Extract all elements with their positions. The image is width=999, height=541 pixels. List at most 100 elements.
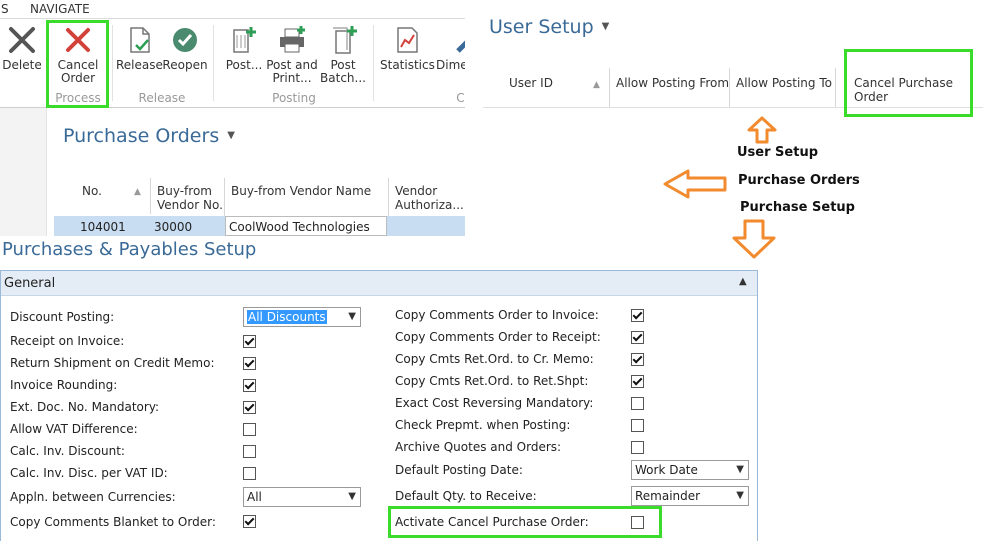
- discount-posting-select[interactable]: All Discounts ▼: [243, 307, 361, 327]
- label-invoice-rounding: Invoice Rounding:: [10, 378, 118, 392]
- purchases-payables-setup-title: Purchases & Payables Setup: [2, 239, 257, 260]
- table-row[interactable]: 104001 30000 CoolWood Technologies: [54, 216, 465, 236]
- highlight-cancel-purchase-order-column: [844, 49, 973, 117]
- annotation-user-setup: User Setup: [737, 145, 819, 160]
- chevron-down-icon: ▼: [348, 491, 356, 502]
- label-copy-comments-blanket: Copy Comments Blanket to Order:: [10, 515, 216, 529]
- title-dropdown-icon[interactable]: ▼: [602, 21, 610, 32]
- user-setup-title-text: User Setup: [489, 16, 594, 38]
- label-default-posting-date: Default Posting Date:: [395, 463, 523, 477]
- dimensions-label: Dime: [436, 58, 465, 72]
- printer-icon: [280, 26, 305, 53]
- label-receipt-on-invoice: Receipt on Invoice:: [10, 334, 125, 348]
- label-calc-inv-discount: Calc. Inv. Discount:: [10, 444, 125, 458]
- arrow-left-icon: [663, 169, 727, 199]
- ribbon-tab-bar: S NAVIGATE: [0, 0, 465, 19]
- ribbon-separator: [112, 25, 113, 101]
- highlight-activate-cancel-purchase-order: [388, 506, 662, 538]
- collapse-chevron-up-icon[interactable]: ▲: [739, 276, 747, 287]
- statistics-button[interactable]: Statistics: [380, 19, 435, 72]
- delete-icon: [9, 27, 35, 53]
- label-allow-vat-difference: Allow VAT Difference:: [10, 422, 138, 436]
- label-copy-comments-order-receipt: Copy Comments Order to Receipt:: [395, 330, 601, 344]
- post-batch-icon: [333, 26, 357, 54]
- post-batch-label: Post Batch...: [320, 58, 366, 85]
- copy-comments-blanket-checkbox[interactable]: [243, 515, 256, 528]
- default-posting-date-select[interactable]: Work Date ▼: [631, 460, 749, 480]
- invoice-rounding-checkbox[interactable]: [243, 379, 256, 392]
- column-header-allow-posting-from[interactable]: Allow Posting From: [616, 76, 729, 90]
- reopen-button[interactable]: Reopen: [162, 19, 208, 72]
- label-calc-inv-disc-per-vat: Calc. Inv. Disc. per VAT ID:: [10, 466, 168, 480]
- default-qty-to-receive-select[interactable]: Remainder ▼: [631, 486, 749, 506]
- release-button[interactable]: Release: [116, 19, 163, 72]
- release-document-icon: [130, 27, 150, 53]
- purchase-orders-title[interactable]: Purchase Orders ▼: [63, 125, 235, 147]
- ribbon-tab-actions[interactable]: S: [1, 2, 9, 16]
- copy-comments-order-receipt-checkbox[interactable]: [631, 331, 644, 344]
- column-header-allow-posting-to[interactable]: Allow Posting To: [736, 76, 832, 90]
- post-button[interactable]: Post...: [222, 19, 266, 72]
- delete-button[interactable]: Delete: [0, 19, 44, 72]
- column-header-vendor-no[interactable]: Buy-from Vendor No.: [157, 184, 223, 212]
- arrow-down-icon: [732, 219, 776, 259]
- release-label: Release: [116, 58, 163, 72]
- calc-inv-disc-per-vat-checkbox[interactable]: [243, 467, 256, 480]
- ext-doc-no-mandatory-checkbox[interactable]: [243, 401, 256, 414]
- chevron-down-icon: ▼: [348, 311, 356, 322]
- label-copy-comments-order-invoice: Copy Comments Order to Invoice:: [395, 308, 599, 322]
- post-icon: [233, 27, 256, 53]
- calc-inv-discount-checkbox[interactable]: [243, 445, 256, 458]
- copy-comments-order-invoice-checkbox[interactable]: [631, 309, 644, 322]
- archive-quotes-checkbox[interactable]: [631, 441, 644, 454]
- statistics-label: Statistics: [380, 58, 435, 72]
- check-prepmt-checkbox[interactable]: [631, 419, 644, 432]
- label-archive-quotes: Archive Quotes and Orders:: [395, 440, 562, 454]
- general-section-header[interactable]: General ▲: [1, 271, 757, 296]
- allow-vat-difference-checkbox[interactable]: [243, 423, 256, 436]
- exact-cost-reversing-checkbox[interactable]: [631, 397, 644, 410]
- column-header-no[interactable]: No.: [82, 184, 102, 198]
- ribbon-tab-navigate[interactable]: NAVIGATE: [30, 2, 90, 16]
- appln-between-currencies-select[interactable]: All ▼: [243, 487, 361, 507]
- ribbon-separator: [213, 25, 214, 101]
- label-appln-between-currencies: Appln. between Currencies:: [10, 490, 176, 504]
- return-shipment-checkbox[interactable]: [243, 357, 256, 370]
- copy-cmts-ret-shpt-checkbox[interactable]: [631, 375, 644, 388]
- column-divider: [609, 68, 610, 108]
- default-qty-to-receive-value: Remainder: [635, 489, 701, 503]
- sort-ascending-icon: ▲: [593, 80, 600, 90]
- label-copy-cmts-cr-memo: Copy Cmts Ret.Ord. to Cr. Memo:: [395, 352, 594, 366]
- discount-posting-value: All Discounts: [247, 310, 327, 324]
- highlight-cancel-order: [46, 20, 109, 108]
- navigation-pane-strip: [0, 108, 47, 236]
- general-section-title: General: [4, 276, 56, 291]
- label-default-qty-to-receive: Default Qty. to Receive:: [395, 489, 537, 503]
- column-header-user-id[interactable]: User ID: [509, 76, 553, 90]
- arrow-up-icon: [747, 116, 777, 144]
- statistics-icon: [397, 27, 418, 53]
- annotation-purchase-setup: Purchase Setup: [740, 200, 855, 215]
- post-label: Post...: [225, 58, 263, 72]
- label-return-shipment: Return Shipment on Credit Memo:: [10, 356, 215, 370]
- receipt-on-invoice-checkbox[interactable]: [243, 335, 256, 348]
- reopen-icon: [173, 28, 197, 52]
- label-check-prepmt: Check Prepmt. when Posting:: [395, 418, 571, 432]
- row-vendor-name-cell[interactable]: CoolWood Technologies: [225, 216, 387, 236]
- column-header-vendor-name[interactable]: Buy-from Vendor Name: [231, 184, 371, 198]
- post-and-print-button[interactable]: Post and Print...: [266, 19, 318, 85]
- post-batch-button[interactable]: Post Batch...: [320, 19, 366, 85]
- copy-cmts-cr-memo-checkbox[interactable]: [631, 353, 644, 366]
- column-header-vendor-authorization[interactable]: Vendor Authoriza...: [395, 184, 464, 212]
- title-dropdown-icon[interactable]: ▼: [227, 130, 235, 141]
- group-label-cut: C: [456, 91, 465, 105]
- group-label-posting: Posting: [272, 91, 316, 105]
- annotation-purchase-orders: Purchase Orders: [738, 173, 860, 188]
- column-divider: [835, 68, 836, 108]
- dimensions-button[interactable]: Dime: [436, 19, 465, 72]
- post-and-print-label: Post and Print...: [266, 58, 318, 85]
- reopen-label: Reopen: [162, 58, 208, 72]
- user-setup-title[interactable]: User Setup ▼: [489, 16, 609, 38]
- appln-between-currencies-value: All: [247, 490, 262, 504]
- column-divider: [729, 68, 730, 108]
